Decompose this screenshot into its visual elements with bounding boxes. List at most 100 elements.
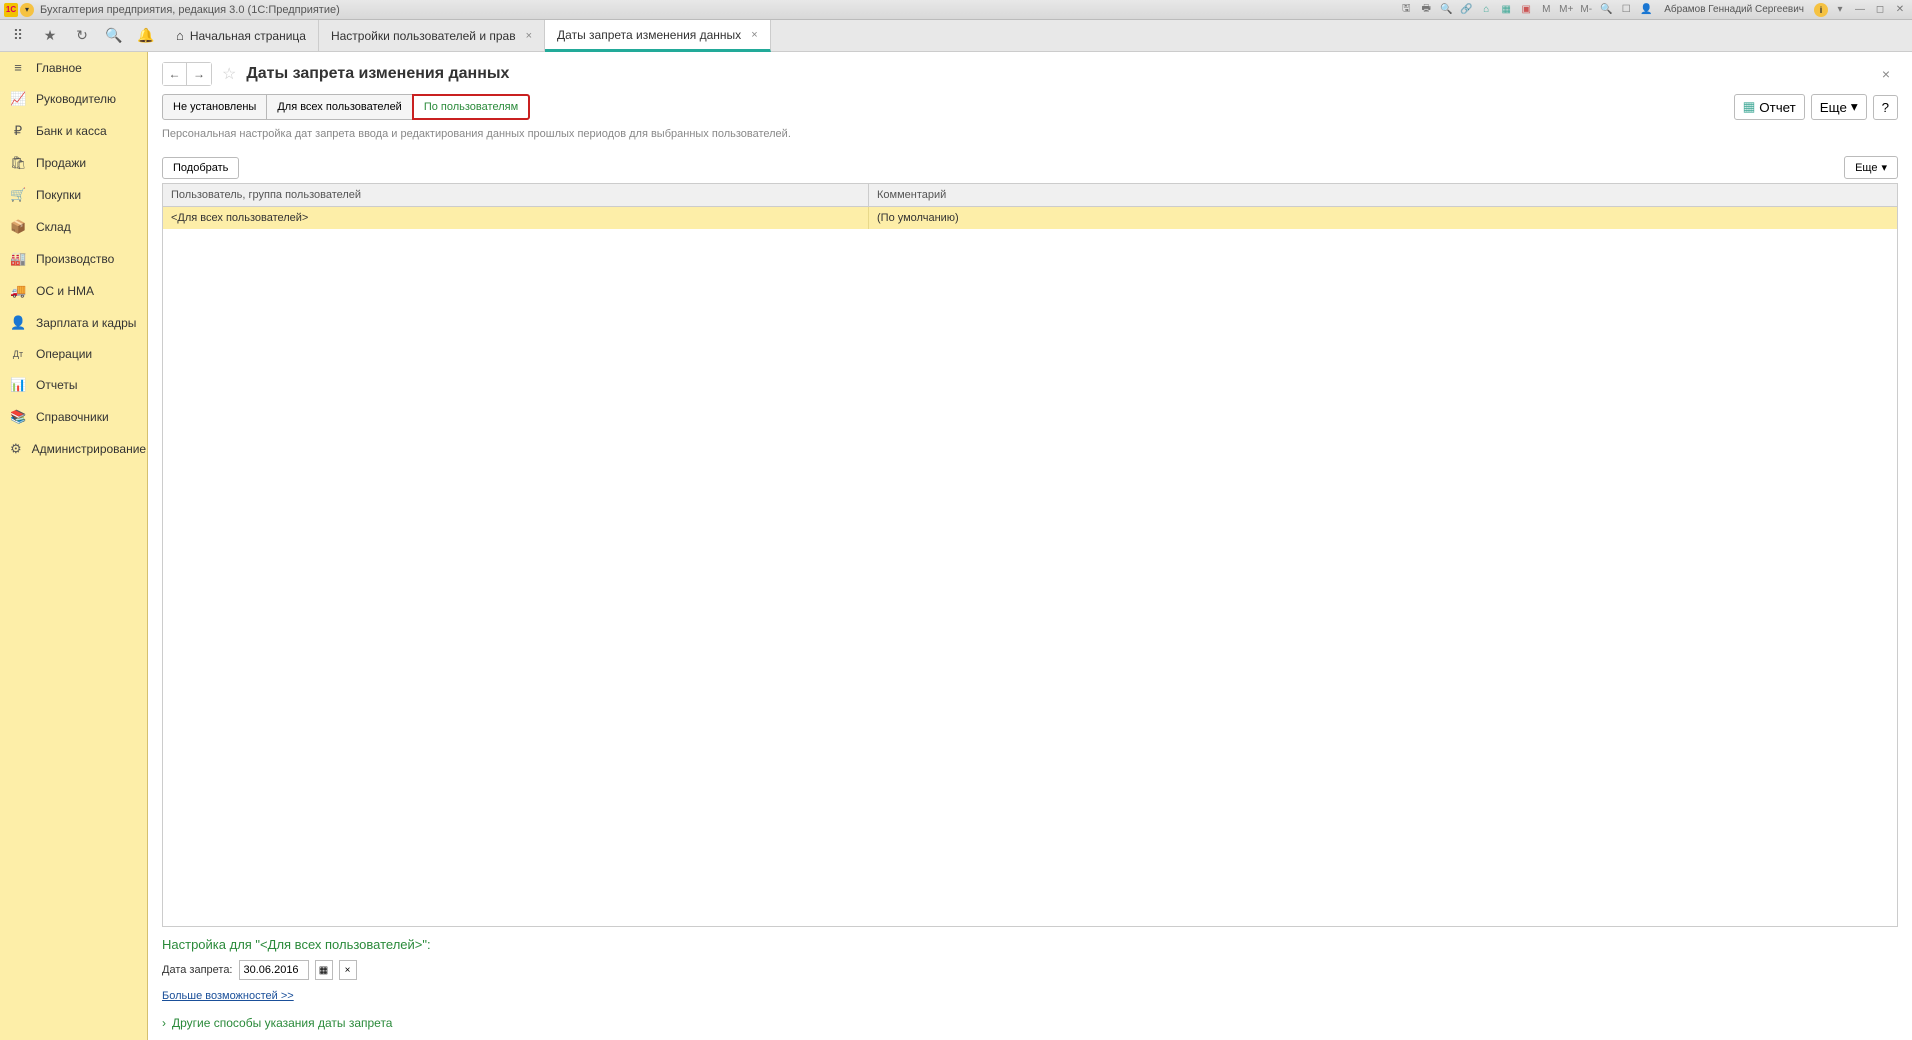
star-icon[interactable]: ★	[38, 24, 62, 48]
grid-header: Пользователь, группа пользователей Комме…	[163, 184, 1897, 207]
grid-more-button[interactable]: Еще▾	[1844, 156, 1898, 179]
date-input[interactable]	[239, 960, 309, 980]
m-minus-label[interactable]: M-	[1578, 2, 1594, 18]
column-user[interactable]: Пользователь, группа пользователей	[163, 184, 869, 206]
calendar-button[interactable]: ▦	[315, 960, 333, 980]
info-icon[interactable]: i	[1814, 3, 1828, 17]
sidebar-item-operations[interactable]: ДтОперации	[0, 339, 147, 369]
forward-button[interactable]: →	[187, 63, 211, 85]
sidebar-item-admin[interactable]: ⚙Администрирование	[0, 433, 147, 465]
tab-label: Начальная страница	[190, 29, 306, 43]
calc-icon[interactable]: ⌂	[1478, 2, 1494, 18]
search-icon[interactable]: 🔍	[102, 24, 126, 48]
mode-all-users[interactable]: Для всех пользователей	[266, 94, 413, 120]
pick-button[interactable]: Подобрать	[162, 157, 239, 179]
maximize-icon[interactable]: ◻	[1872, 2, 1888, 18]
sidebar-item-label: Продажи	[36, 156, 86, 170]
chart-icon: 📈	[10, 91, 26, 107]
calendar-icon[interactable]: ▦	[1498, 2, 1514, 18]
sidebar-item-main[interactable]: ≡ Главное	[0, 52, 147, 83]
help-button[interactable]: ?	[1873, 95, 1898, 120]
column-comment[interactable]: Комментарий	[869, 184, 1897, 206]
sidebar-item-label: Банк и касса	[36, 124, 107, 138]
mode-not-set[interactable]: Не установлены	[162, 94, 267, 120]
history-icon[interactable]: ↻	[70, 24, 94, 48]
tab-home[interactable]: ⌂ Начальная страница	[164, 20, 319, 51]
sidebar-item-manager[interactable]: 📈 Руководителю	[0, 83, 147, 115]
close-icon[interactable]: ×	[751, 29, 757, 41]
tab-user-settings[interactable]: Настройки пользователей и прав ×	[319, 20, 545, 51]
expand-other-ways[interactable]: › Другие способы указания даты запрета	[162, 1016, 1898, 1030]
sidebar-item-reports[interactable]: 📊 Отчеты	[0, 369, 147, 401]
back-button[interactable]: ←	[163, 63, 187, 85]
info-dropdown-icon[interactable]: ▾	[1832, 2, 1848, 18]
link-icon[interactable]: 🔗	[1458, 2, 1474, 18]
sidebar-item-assets[interactable]: 🚚 ОС и НМА	[0, 275, 147, 307]
sidebar-item-sales[interactable]: 🛍 Продажи	[0, 147, 147, 179]
sidebar-item-label: Руководителю	[36, 92, 116, 106]
ruble-icon: ₽	[10, 123, 26, 139]
sidebar-item-warehouse[interactable]: 📦Склад	[0, 211, 147, 243]
sidebar-item-production[interactable]: 🏭 Производство	[0, 243, 147, 275]
bag-icon: 🛍	[10, 155, 26, 171]
sidebar: ≡ Главное 📈 Руководителю ₽ Банк и касса 🛍 Пр…	[0, 52, 148, 1040]
gear-icon: ⚙	[10, 441, 22, 457]
minimize-icon[interactable]: —	[1852, 2, 1868, 18]
report-button[interactable]: ▦Отчет	[1734, 94, 1805, 120]
m-plus-label[interactable]: M+	[1558, 2, 1574, 18]
sidebar-item-label: Склад	[36, 220, 71, 234]
settings-title: Настройка для "<Для всех пользователей>"…	[162, 937, 1898, 952]
date-icon[interactable]: ▣	[1518, 2, 1534, 18]
app-menu-dropdown[interactable]: ▾	[20, 3, 34, 17]
factory-icon: 🏭	[10, 251, 26, 267]
sidebar-item-bank[interactable]: ₽ Банк и касса	[0, 115, 147, 147]
current-user[interactable]: Абрамов Геннадий Сергеевич	[1664, 4, 1804, 15]
sidebar-item-label: Главное	[36, 61, 82, 75]
more-button[interactable]: Еще▾	[1811, 94, 1867, 120]
more-options-link[interactable]: Больше возможностей >>	[162, 990, 294, 1002]
chevron-down-icon: ▾	[1851, 99, 1858, 115]
page-title: Даты запрета изменения данных	[246, 65, 509, 83]
cell-user: <Для всех пользователей>	[163, 207, 869, 229]
main-icon: ≡	[10, 60, 26, 75]
sidebar-item-hr[interactable]: 👤 Зарплата и кадры	[0, 307, 147, 339]
sidebar-item-label: ОС и НМА	[36, 284, 94, 298]
m-label[interactable]: M	[1538, 2, 1554, 18]
preview-icon[interactable]: 🔍	[1438, 2, 1454, 18]
app-title: Бухгалтерия предприятия, редакция 3.0 (1…	[40, 4, 1398, 16]
table-row[interactable]: <Для всех пользователей> (По умолчанию)	[163, 207, 1897, 229]
apps-icon[interactable]: ⠿	[6, 24, 30, 48]
sidebar-item-refs[interactable]: 📚Справочники	[0, 401, 147, 433]
books-icon: 📚	[10, 409, 26, 425]
mode-by-users[interactable]: По пользователям	[412, 94, 530, 120]
favorite-star-icon[interactable]: ☆	[222, 64, 236, 84]
expand-label: Другие способы указания даты запрета	[172, 1016, 392, 1030]
tabs: ⌂ Начальная страница Настройки пользоват…	[164, 20, 1912, 51]
close-window-icon[interactable]: ✕	[1892, 2, 1908, 18]
bars-icon: 📊	[10, 377, 26, 393]
report-icon: ▦	[1743, 99, 1756, 115]
sidebar-item-label: Зарплата и кадры	[36, 316, 136, 330]
window-icon[interactable]: ☐	[1618, 2, 1634, 18]
close-page-icon[interactable]: ×	[1874, 62, 1898, 86]
zoom-icon[interactable]: 🔍	[1598, 2, 1614, 18]
clear-date-button[interactable]: ×	[339, 960, 357, 980]
sidebar-item-label: Производство	[36, 252, 114, 266]
dt-icon: Дт	[10, 349, 26, 359]
toolbar-row: ⠿ ★ ↻ 🔍 🔔 ⌂ Начальная страница Настройки…	[0, 20, 1912, 52]
print-icon[interactable]: 🖶	[1418, 2, 1434, 18]
cell-comment: (По умолчанию)	[869, 207, 1897, 229]
truck-icon: 🚚	[10, 283, 26, 299]
sidebar-item-purchases[interactable]: 🛒Покупки	[0, 179, 147, 211]
home-icon: ⌂	[176, 28, 184, 43]
sidebar-item-label: Отчеты	[36, 378, 77, 392]
close-icon[interactable]: ×	[526, 30, 532, 42]
cart-icon: 🛒	[10, 187, 26, 203]
tab-date-lock[interactable]: Даты запрета изменения данных ×	[545, 20, 771, 52]
app-logo-icon: 1C	[4, 3, 18, 17]
bell-icon[interactable]: 🔔	[134, 24, 158, 48]
save-icon[interactable]: 🖫	[1398, 2, 1414, 18]
person-icon: 👤	[10, 315, 26, 331]
chevron-down-icon: ▾	[1881, 161, 1887, 174]
content: ← → ☆ Даты запрета изменения данных × Не…	[148, 52, 1912, 1040]
